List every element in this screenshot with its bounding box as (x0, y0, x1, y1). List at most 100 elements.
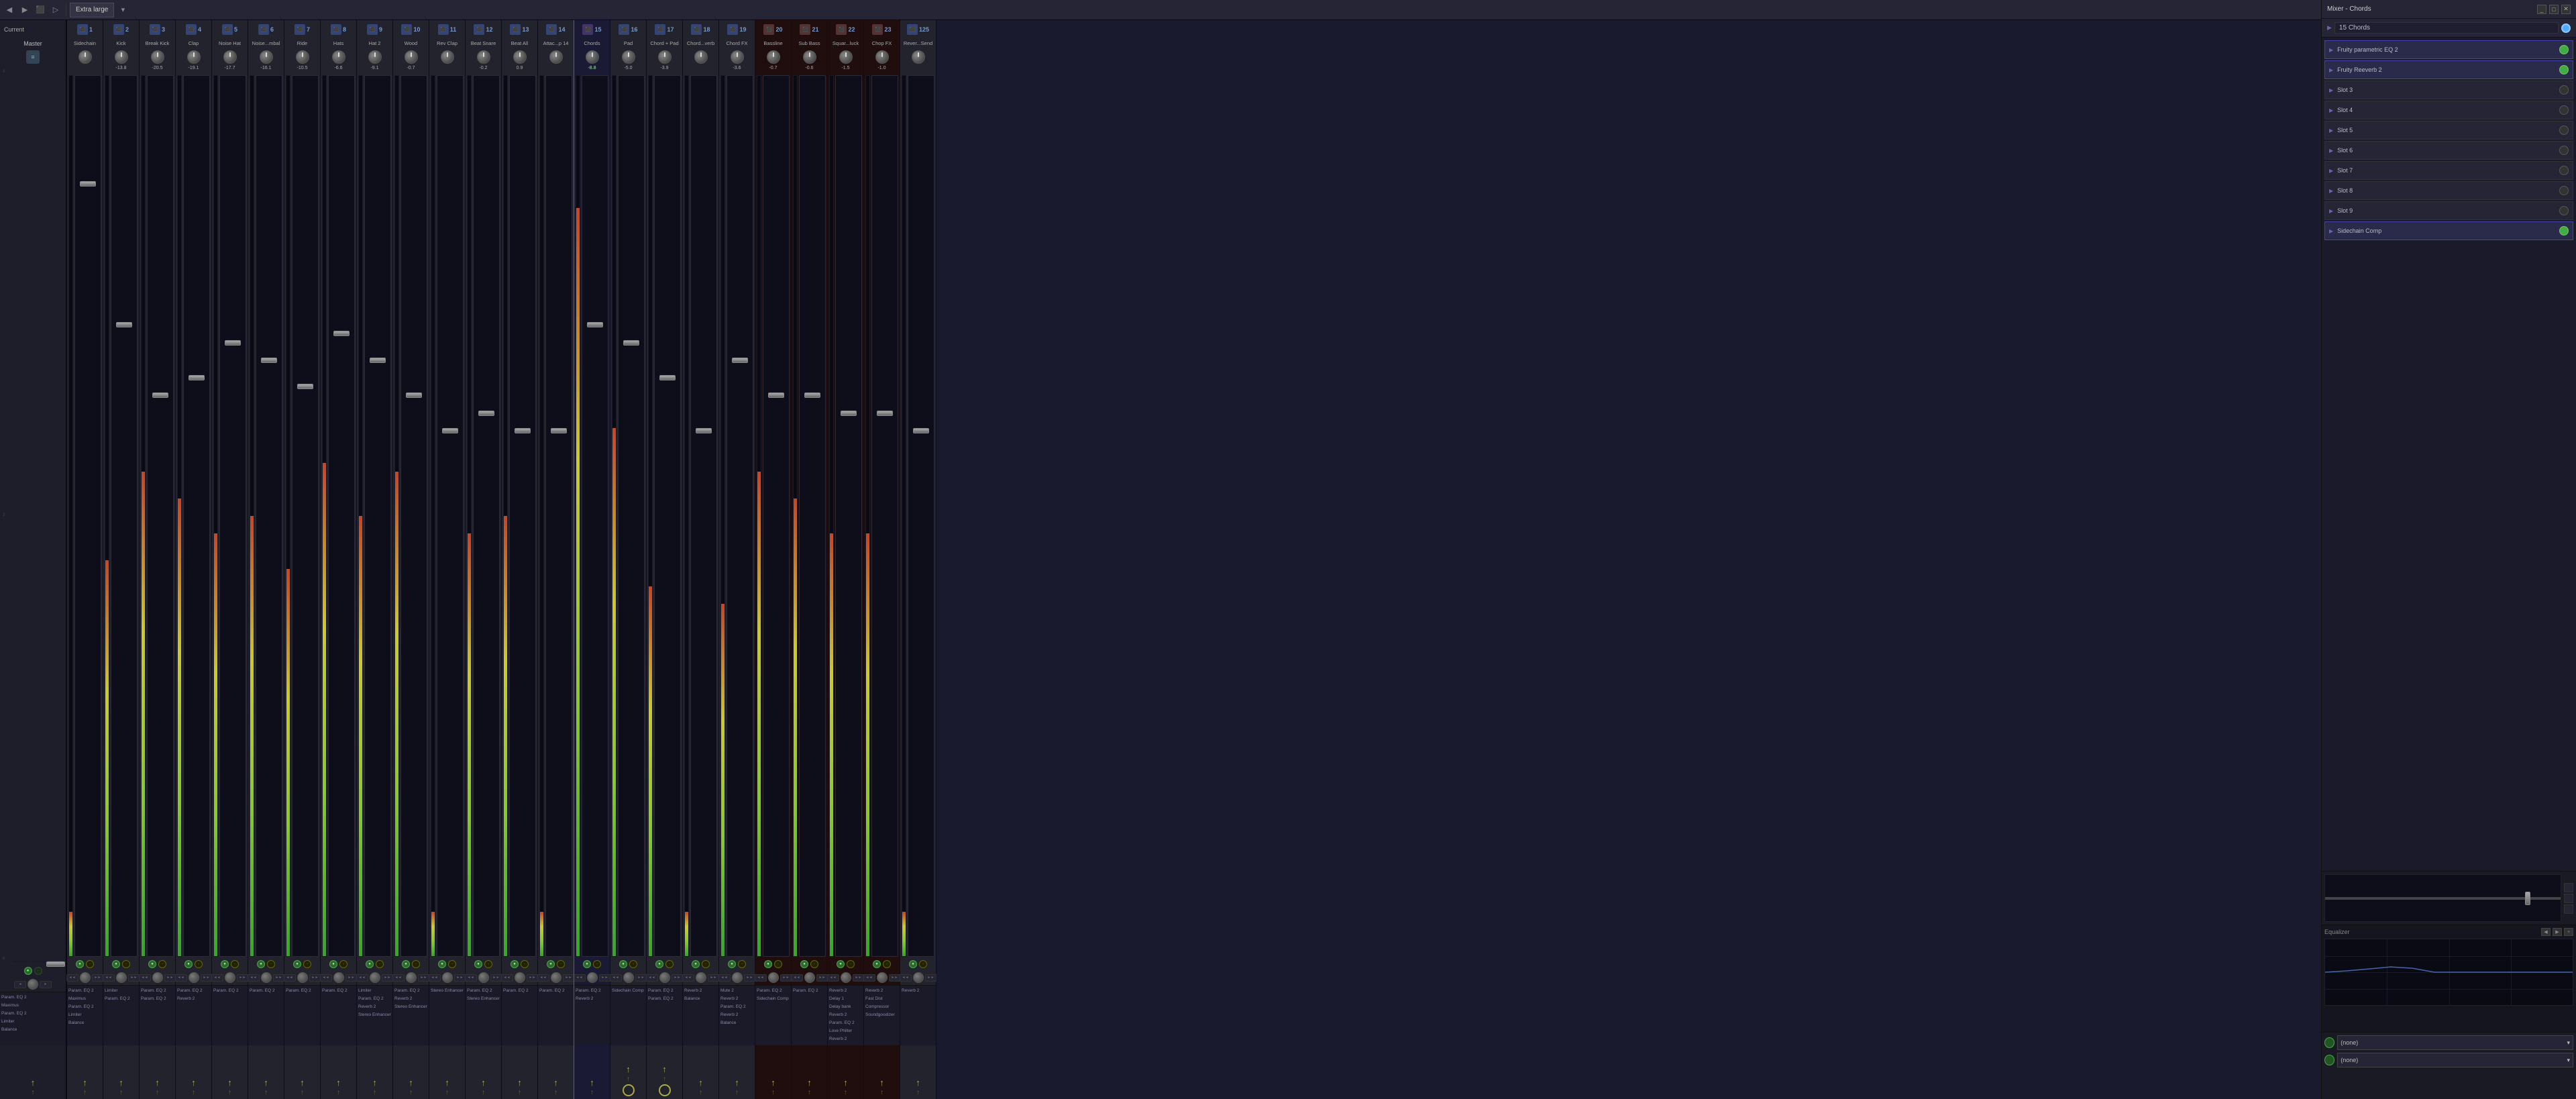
ch-send-icon-19[interactable]: ↑ (735, 1078, 739, 1088)
ch-pan-knob-13[interactable] (513, 50, 527, 64)
ch-pan-knob-22[interactable] (839, 50, 853, 64)
ch-name-18[interactable]: Chord...verb (683, 39, 718, 48)
ch-fx-22-3[interactable]: Reverb 2 (829, 1011, 862, 1019)
ch-power-btn-2[interactable]: ● (112, 960, 120, 968)
ch-pan-main-18[interactable] (696, 972, 706, 983)
master-pan-knob[interactable] (28, 979, 38, 990)
ch-fader-handle-8[interactable] (333, 331, 350, 336)
ch-pan-left-5[interactable]: ◄◄ (211, 974, 223, 982)
ch-dot-btn-125[interactable]: · (919, 960, 927, 968)
ch-icon-14[interactable]: ⬛ (546, 24, 557, 35)
ch-fader-handle-17[interactable] (659, 375, 676, 380)
eq-btn-1[interactable]: ◀ (2541, 928, 2551, 936)
ch-pan-knob-7[interactable] (296, 50, 309, 64)
fx-slot-2[interactable]: ▶ Fruity Reeverb 2 (2324, 60, 2573, 79)
ch-icon-125[interactable]: ⬛ (907, 24, 918, 35)
ch-fader-handle-23[interactable] (877, 411, 893, 416)
ch-fx-17-1[interactable]: Param. EQ 2 (648, 995, 681, 1003)
ch-send-icon-7[interactable]: ↑ (300, 1078, 305, 1088)
ch-route-arrow-12[interactable]: ↑ (482, 1089, 485, 1096)
master-fader-handle[interactable] (46, 961, 65, 967)
master-fx-2[interactable]: Maximus (1, 1002, 64, 1010)
ch-pan-knob-12[interactable] (477, 50, 490, 64)
ch-name-13[interactable]: Beat All (502, 39, 537, 48)
ch-fx-9-0[interactable]: Limiter (358, 987, 391, 995)
ch-icon-23[interactable]: ⬛ (872, 24, 883, 35)
ch-pan-knob-23[interactable] (875, 50, 889, 64)
ch-fx-18-1[interactable]: Balance (684, 995, 717, 1003)
ch-pan-main-11[interactable] (442, 972, 453, 983)
ch-power-btn-11[interactable]: ● (438, 960, 446, 968)
ch-dot-btn-13[interactable]: · (521, 960, 529, 968)
ch-fx-4-0[interactable]: Param. EQ 2 (177, 987, 210, 995)
ch-fx-19-1[interactable]: Reverb 2 (720, 995, 753, 1003)
ch-dot-btn-17[interactable]: · (665, 960, 674, 968)
fx-slot-6[interactable]: ▶ Slot 6 (2324, 141, 2573, 160)
ch-route-arrow-5[interactable]: ↑ (228, 1089, 231, 1096)
ch-pan-left-19[interactable]: ◄◄ (718, 974, 731, 982)
ch-fx-1-1[interactable]: Maximus (68, 995, 101, 1003)
ch-fx-11-0[interactable]: Stereo Enhancer (431, 987, 464, 995)
ch-fx-15-1[interactable]: Reverb 2 (576, 995, 608, 1003)
ch-power-btn-8[interactable]: ● (329, 960, 337, 968)
fx-slot-5[interactable]: ▶ Slot 5 (2324, 121, 2573, 140)
ch-dot-btn-18[interactable]: · (702, 960, 710, 968)
ch-route-arrow-17[interactable]: ↑ (663, 1076, 666, 1083)
ch-dot-btn-12[interactable]: · (484, 960, 492, 968)
ch-route-arrow-21[interactable]: ↑ (808, 1089, 811, 1096)
ch-pan-left-13[interactable]: ◄◄ (501, 974, 513, 982)
ch-fx-23-1[interactable]: Fast Dist (865, 995, 898, 1003)
ch-send-icon-20[interactable]: ↑ (771, 1078, 775, 1088)
ch-route-arrow-22[interactable]: ↑ (844, 1089, 847, 1096)
ch-fx-1-4[interactable]: Balance (68, 1019, 101, 1027)
fx-slot-6-toggle[interactable] (2559, 146, 2569, 155)
ch-fx-9-3[interactable]: Stereo Enhancer (358, 1011, 391, 1019)
ch-fx-22-2[interactable]: Delay bank (829, 1003, 862, 1011)
ch-fx-1-3[interactable]: Limiter (68, 1011, 101, 1019)
ch-route-arrow-20[interactable]: ↑ (771, 1089, 775, 1096)
ch-pan-left-9[interactable]: ◄◄ (356, 974, 368, 982)
ch-icon-4[interactable]: ⬛ (186, 24, 197, 35)
ch-icon-16[interactable]: ⬛ (619, 24, 629, 35)
ch-pan-main-8[interactable] (333, 972, 344, 983)
ch-name-20[interactable]: Bassline (755, 39, 791, 48)
ch-send-icon-16[interactable]: ↑ (626, 1064, 631, 1074)
ch-route-arrow-13[interactable]: ↑ (518, 1089, 521, 1096)
ch-power-btn-3[interactable]: ● (148, 960, 156, 968)
ch-pan-left-15[interactable]: ◄◄ (574, 974, 586, 982)
forward-icon[interactable]: ▶ (18, 3, 32, 17)
ch-send-icon-12[interactable]: ↑ (481, 1078, 486, 1088)
ch-pan-knob-3[interactable] (151, 50, 164, 64)
ch-icon-10[interactable]: ⬛ (401, 24, 412, 35)
ch-pan-left-4[interactable]: ◄◄ (175, 974, 187, 982)
routing-toggle-2[interactable] (2324, 1055, 2334, 1065)
master-dot[interactable]: · (34, 967, 42, 975)
ch-route-arrow-15[interactable]: ↑ (590, 1089, 594, 1096)
fx-slot-9-toggle[interactable] (2559, 206, 2569, 215)
ch-icon-1[interactable]: ⬛ (77, 24, 88, 35)
ch-pan-knob-1[interactable] (78, 50, 92, 64)
minimize-btn[interactable]: _ (2537, 5, 2546, 14)
ch-fader-handle-9[interactable] (370, 358, 386, 363)
ch-fx-15-0[interactable]: Param. EQ 2 (576, 987, 608, 995)
right-fader-btn-1[interactable] (2564, 883, 2573, 892)
ch-fader-handle-1[interactable] (80, 181, 96, 187)
ch-fx-18-0[interactable]: Reverb 2 (684, 987, 717, 995)
ch-power-btn-10[interactable]: ● (402, 960, 410, 968)
ch-fader-handle-125[interactable] (913, 428, 929, 433)
ch-fx-23-2[interactable]: Compressor (865, 1003, 898, 1011)
ch-pan-left-125[interactable]: ◄◄ (900, 974, 912, 982)
ch-dot-btn-5[interactable]: · (231, 960, 239, 968)
ch-power-btn-22[interactable]: ● (837, 960, 845, 968)
ch-power-btn-20[interactable]: ● (764, 960, 772, 968)
ch-send-icon-9[interactable]: ↑ (372, 1078, 377, 1088)
ch-pan-knob-20[interactable] (767, 50, 780, 64)
ch-fx-19-4[interactable]: Balance (720, 1019, 753, 1027)
ch-pan-left-6[interactable]: ◄◄ (248, 974, 260, 982)
ch-pan-left-23[interactable]: ◄◄ (863, 974, 875, 982)
ch-dot-btn-14[interactable]: · (557, 960, 565, 968)
ch-route-arrow-14[interactable]: ↑ (554, 1089, 557, 1096)
ch-pan-knob-11[interactable] (441, 50, 454, 64)
ch-fader-handle-3[interactable] (152, 392, 168, 398)
ch-pan-left-7[interactable]: ◄◄ (284, 974, 296, 982)
